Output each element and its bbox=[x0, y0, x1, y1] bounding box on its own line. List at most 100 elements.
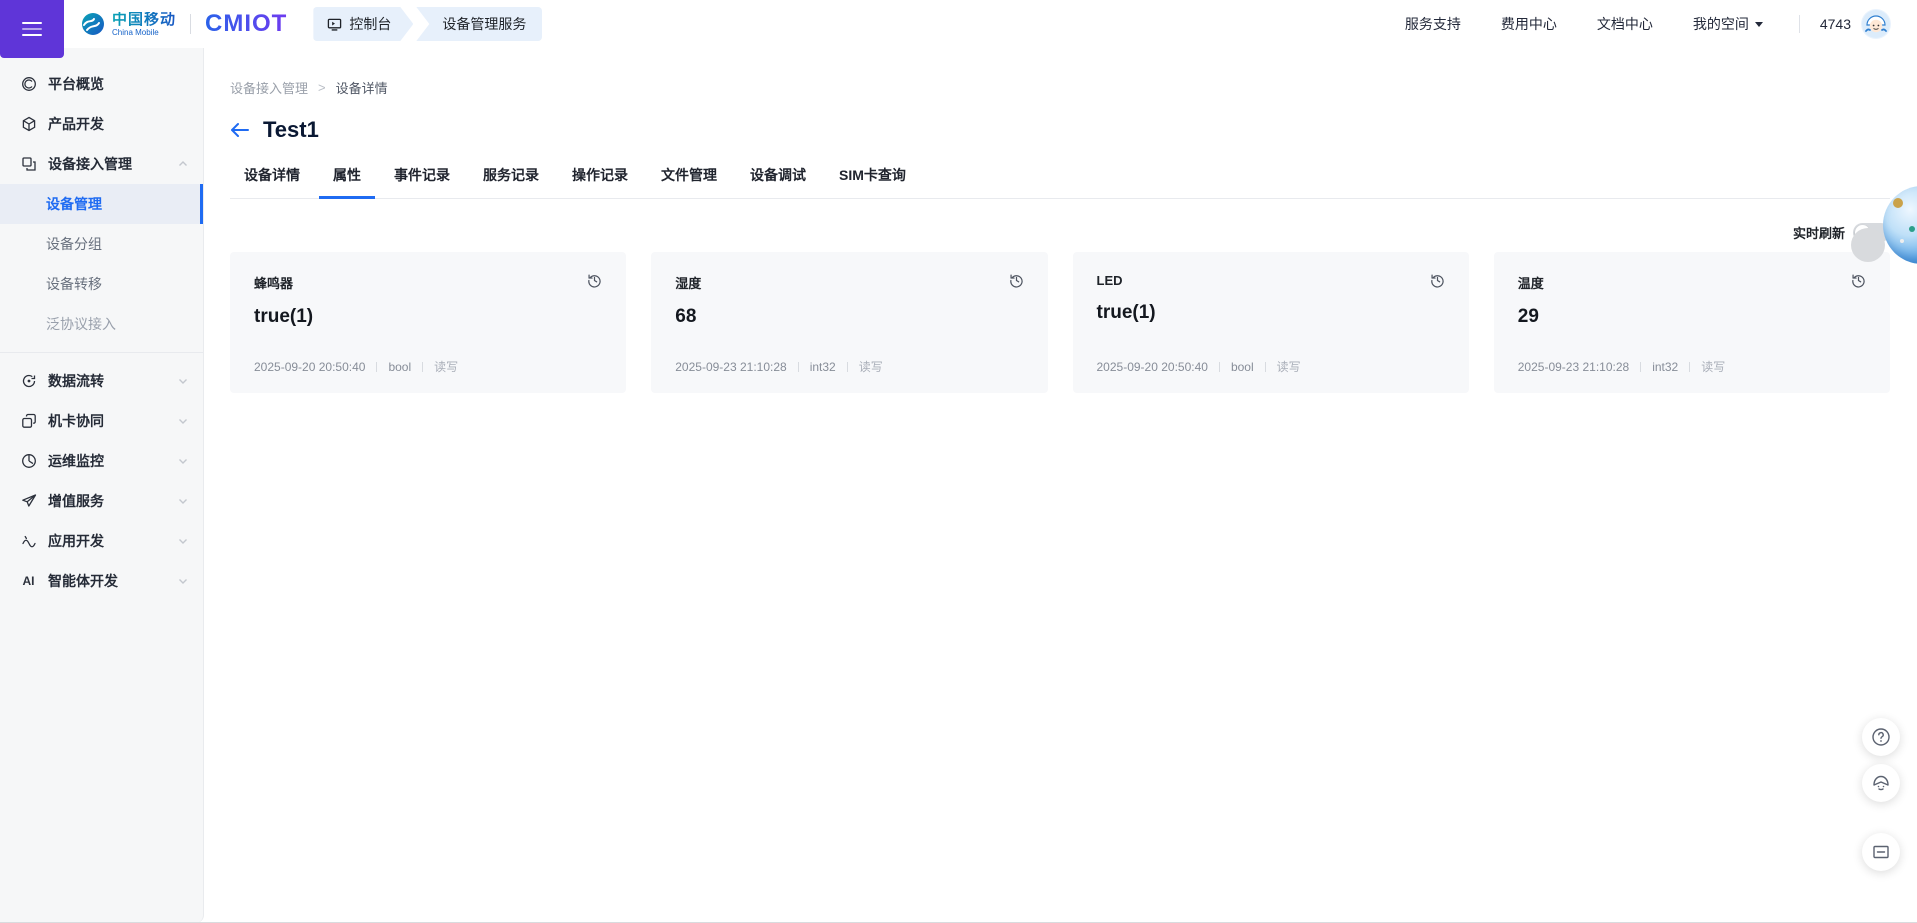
avatar[interactable] bbox=[1861, 9, 1891, 39]
device-sim-icon bbox=[20, 413, 37, 430]
meta-divider bbox=[1219, 362, 1220, 372]
realtime-refresh-toggle[interactable] bbox=[1853, 223, 1890, 242]
tab-properties[interactable]: 属性 bbox=[319, 165, 375, 198]
property-value: 29 bbox=[1518, 306, 1866, 328]
sidebar-item-label: 设备接入管理 bbox=[48, 154, 177, 174]
property-value: true(1) bbox=[1097, 302, 1445, 324]
tab-event-records[interactable]: 事件记录 bbox=[380, 165, 464, 198]
ai-icon: AI bbox=[20, 573, 37, 590]
property-name: 蜂鸣器 bbox=[254, 273, 293, 292]
sidebar-item-device-sim[interactable]: 机卡协同 bbox=[0, 401, 203, 441]
history-icon[interactable] bbox=[1851, 273, 1866, 288]
property-name: 温度 bbox=[1518, 273, 1544, 292]
main-content: 设备接入管理 > 设备详情 Test1 设备详情 属性 事件记录 服务记录 操作… bbox=[204, 48, 1917, 923]
brand-cn-text: 中国移动 bbox=[112, 12, 176, 27]
help-button[interactable] bbox=[1862, 718, 1900, 756]
sidebar-item-platform-overview[interactable]: 平台概览 bbox=[0, 64, 203, 104]
breadcrumb-separator: > bbox=[318, 80, 326, 95]
console-icon bbox=[327, 17, 342, 32]
history-icon[interactable] bbox=[587, 273, 602, 288]
detail-tabs: 设备详情 属性 事件记录 服务记录 操作记录 文件管理 设备调试 SIM卡查询 bbox=[230, 165, 1890, 199]
sidebar-item-ops-monitor[interactable]: 运维监控 bbox=[0, 441, 203, 481]
property-timestamp: 2025-09-20 20:50:40 bbox=[1097, 360, 1208, 374]
caret-down-icon bbox=[1755, 22, 1763, 27]
property-name: LED bbox=[1097, 273, 1123, 288]
chevron-down-icon bbox=[177, 535, 189, 547]
menu-icon bbox=[22, 28, 42, 30]
top-nav: 服务支持 费用中心 文档中心 我的空间 4743 bbox=[1365, 9, 1891, 39]
meta-divider bbox=[1689, 362, 1690, 372]
sidebar-item-pan-protocol[interactable]: 泛协议接入 bbox=[0, 304, 203, 344]
arrow-left-icon bbox=[230, 122, 249, 138]
hamburger-menu-button[interactable] bbox=[0, 0, 64, 58]
menu-icon bbox=[22, 22, 42, 24]
sidebar-item-data-flow[interactable]: 数据流转 bbox=[0, 361, 203, 401]
property-value: 68 bbox=[675, 306, 1023, 328]
sidebar-item-ai-develop[interactable]: AI 智能体开发 bbox=[0, 561, 203, 601]
property-access-mode: 读写 bbox=[859, 358, 883, 375]
meta-divider bbox=[376, 362, 377, 372]
realtime-refresh-label: 实时刷新 bbox=[1793, 223, 1845, 242]
history-icon[interactable] bbox=[1430, 273, 1445, 288]
sidebar-item-label: 应用开发 bbox=[48, 531, 177, 551]
brand-divider bbox=[190, 14, 191, 34]
meta-divider bbox=[422, 362, 423, 372]
assistant-icon bbox=[1870, 772, 1892, 794]
sidebar-divider bbox=[0, 352, 203, 353]
property-data-type: int32 bbox=[810, 360, 836, 374]
toggle-knob bbox=[1855, 225, 1870, 240]
chevron-down-icon bbox=[177, 495, 189, 507]
tab-sim-query[interactable]: SIM卡查询 bbox=[825, 165, 920, 198]
properties-toolbar: 实时刷新 bbox=[230, 223, 1890, 242]
meta-divider bbox=[1265, 362, 1266, 372]
back-button[interactable] bbox=[230, 122, 249, 138]
customer-service-button[interactable] bbox=[1862, 764, 1900, 802]
mascot-avatar-icon bbox=[1861, 9, 1891, 39]
meta-divider bbox=[847, 362, 848, 372]
sidebar-item-device-management[interactable]: 设备管理 bbox=[0, 184, 203, 224]
nav-item-doc-center[interactable]: 文档中心 bbox=[1597, 14, 1653, 34]
device-access-submenu: 设备管理 设备分组 设备转移 泛协议接入 bbox=[0, 184, 203, 344]
property-meta: 2025-09-23 21:10:28 int32 读写 bbox=[675, 358, 1023, 375]
china-mobile-logo: 中国移动 China Mobile bbox=[80, 11, 176, 37]
meta-divider bbox=[798, 362, 799, 372]
console-tab-bar: 控制台 设备管理服务 bbox=[313, 7, 542, 41]
history-icon[interactable] bbox=[1009, 273, 1024, 288]
nav-item-billing-center[interactable]: 费用中心 bbox=[1501, 14, 1557, 34]
property-access-mode: 读写 bbox=[1277, 358, 1301, 375]
console-tab[interactable]: 控制台 bbox=[313, 7, 413, 41]
sidebar-item-product-develop[interactable]: 产品开发 bbox=[0, 104, 203, 144]
nav-item-my-space[interactable]: 我的空间 bbox=[1693, 14, 1763, 34]
property-timestamp: 2025-09-23 21:10:28 bbox=[675, 360, 786, 374]
service-tab[interactable]: 设备管理服务 bbox=[416, 7, 542, 41]
sidebar-item-device-transfer[interactable]: 设备转移 bbox=[0, 264, 203, 304]
breadcrumb-parent[interactable]: 设备接入管理 bbox=[230, 78, 308, 97]
top-header: 中国移动 China Mobile CMIOT 控制台 设备管理服务 bbox=[0, 0, 1917, 48]
tab-service-records[interactable]: 服务记录 bbox=[469, 165, 553, 198]
property-meta: 2025-09-23 21:10:28 int32 读写 bbox=[1518, 358, 1866, 375]
tab-device-detail[interactable]: 设备详情 bbox=[230, 165, 314, 198]
app-develop-icon bbox=[20, 533, 37, 550]
china-mobile-wordmark: 中国移动 China Mobile bbox=[112, 12, 176, 37]
nav-item-service-support[interactable]: 服务支持 bbox=[1405, 14, 1461, 34]
value-service-icon bbox=[20, 493, 37, 510]
console-tab-label: 控制台 bbox=[349, 14, 391, 34]
title-row: Test1 bbox=[230, 117, 1890, 143]
tab-device-debug[interactable]: 设备调试 bbox=[736, 165, 820, 198]
nav-divider bbox=[1799, 15, 1800, 33]
sidebar-item-label: 平台概览 bbox=[48, 74, 189, 94]
sidebar-item-app-develop[interactable]: 应用开发 bbox=[0, 521, 203, 561]
sidebar-item-device-access[interactable]: 设备接入管理 bbox=[0, 144, 203, 184]
brand-en-text: China Mobile bbox=[112, 29, 176, 37]
tab-file-management[interactable]: 文件管理 bbox=[647, 165, 731, 198]
sidebar-item-device-group[interactable]: 设备分组 bbox=[0, 224, 203, 264]
property-card-led: LED true(1) 2025-09-20 20:50:40 bool bbox=[1073, 252, 1469, 393]
property-cards: 蜂鸣器 true(1) 2025-09-20 20:50:40 bool bbox=[230, 252, 1890, 393]
sidebar: 平台概览 产品开发 设备接入管理 bbox=[0, 48, 204, 923]
product-develop-icon bbox=[20, 116, 37, 133]
tab-operation-records[interactable]: 操作记录 bbox=[558, 165, 642, 198]
sidebar-item-value-service[interactable]: 增值服务 bbox=[0, 481, 203, 521]
property-timestamp: 2025-09-20 20:50:40 bbox=[254, 360, 365, 374]
chevron-down-icon bbox=[177, 415, 189, 427]
feedback-button[interactable] bbox=[1862, 833, 1900, 871]
